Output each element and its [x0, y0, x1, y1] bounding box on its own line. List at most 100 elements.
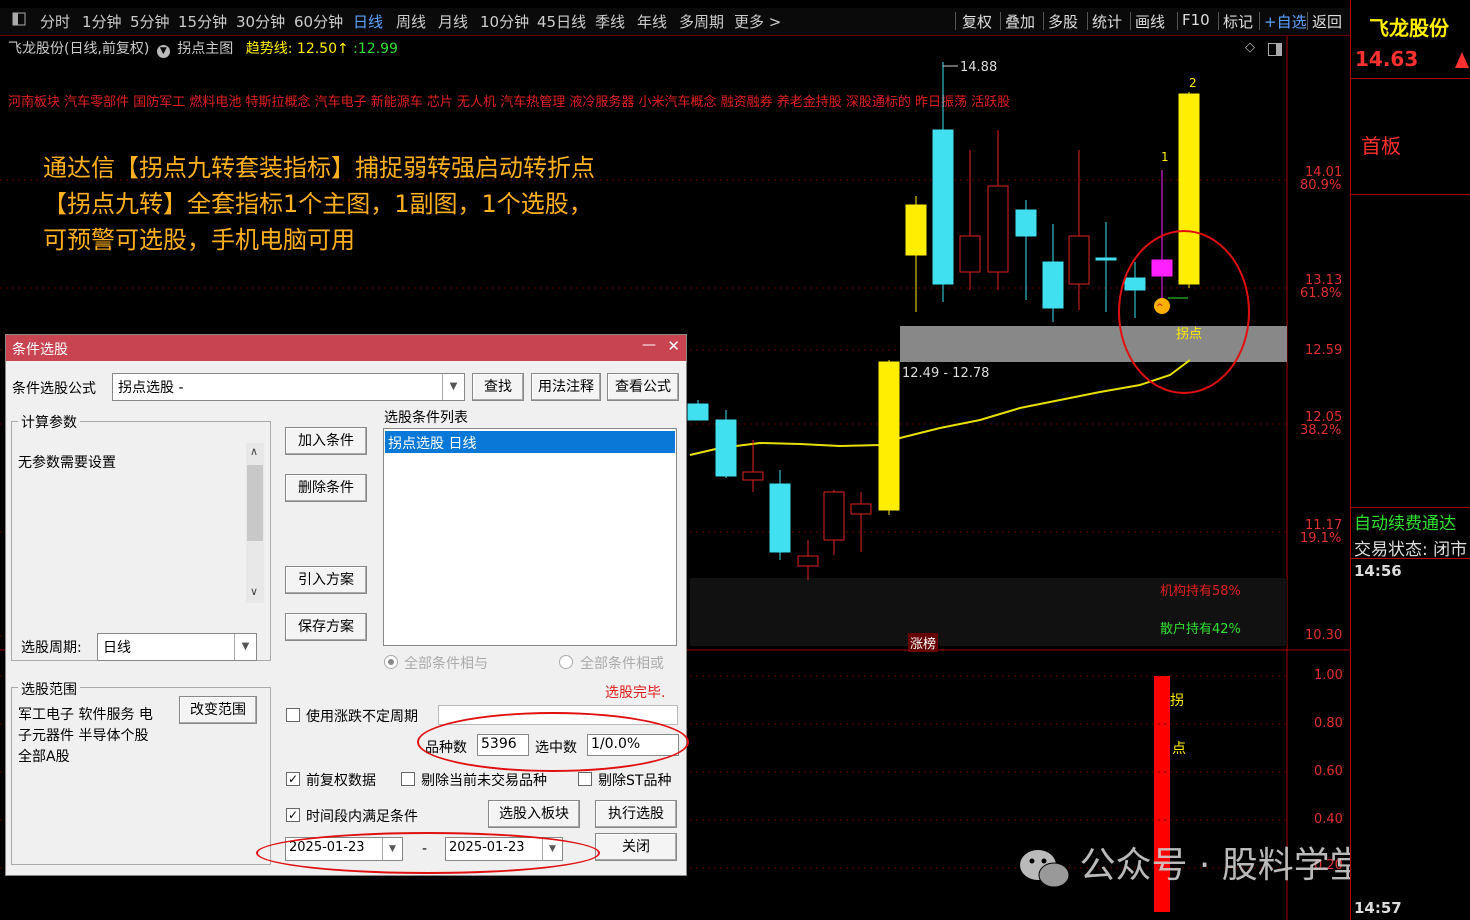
candle-body — [987, 185, 1009, 273]
candle-body — [1015, 209, 1037, 237]
candle-body — [959, 235, 981, 273]
done-text: 选股完毕. — [605, 685, 666, 701]
close-button[interactable]: 关闭 — [595, 833, 677, 861]
sub-axis-label: 0.80 — [1314, 716, 1343, 731]
radio-and[interactable] — [384, 655, 398, 669]
import-plan-button[interactable]: 引入方案 — [285, 566, 367, 594]
fib-axis-label: 80.9% — [1300, 178, 1342, 193]
period-checkbox[interactable]: ✓ — [286, 808, 300, 822]
trade-status: 交易状态: 闭市 — [1354, 540, 1468, 560]
usage-button[interactable]: 用法注释 — [531, 373, 601, 401]
sub-axis-label: 0.60 — [1314, 764, 1343, 779]
signal-mark-1: 1 — [1161, 150, 1169, 164]
period-select[interactable]: 日线 ▼ — [97, 633, 257, 661]
st-label: 剔除ST品种 — [598, 773, 672, 789]
notrade-checkbox[interactable] — [401, 772, 415, 786]
range-line-3: 全部A股 — [18, 749, 70, 765]
candle-body — [742, 471, 764, 481]
notrade-label: 剔除当前未交易品种 — [421, 773, 547, 789]
list-title: 选股条件列表 — [384, 410, 468, 426]
view-formula-button[interactable]: 查看公式 — [607, 373, 679, 401]
period-label: 选股周期: — [21, 640, 82, 656]
params-scrollbar[interactable]: ∧ ∨ — [246, 443, 264, 603]
limit-up-label: 涨榜 — [908, 633, 939, 652]
fib-axis-label: 19.1% — [1300, 531, 1342, 546]
range-line-2: 子元器件 半导体个股 — [18, 728, 149, 744]
range-group-label: 选股范围 — [18, 679, 80, 699]
candle-body — [1095, 257, 1117, 261]
range-line-1: 军工电子 软件服务 电 — [18, 707, 153, 723]
watermark: 公众号 · 股料学堂 — [1018, 836, 1366, 888]
formula-label: 条件选股公式 — [12, 381, 96, 397]
candle-body — [823, 491, 845, 541]
highlight-ellipse-dates — [256, 832, 600, 874]
highlight-ellipse-counts — [417, 712, 689, 772]
fib-axis-label: 61.8% — [1300, 286, 1342, 301]
chevron-down-icon[interactable]: ▼ — [234, 634, 256, 660]
st-checkbox[interactable] — [578, 772, 592, 786]
save-plan-button[interactable]: 保存方案 — [285, 613, 367, 641]
candle-body — [797, 555, 819, 567]
radio-and-label: 全部条件相与 — [404, 656, 488, 672]
candle-body — [687, 403, 709, 421]
candle-body — [878, 361, 900, 511]
fq-label: 前复权数据 — [306, 773, 376, 789]
unfixed-period-checkbox[interactable] — [286, 708, 300, 722]
change-range-button[interactable]: 改变范围 — [179, 696, 257, 724]
radio-or[interactable] — [559, 655, 573, 669]
radio-or-label: 全部条件相或 — [580, 656, 664, 672]
fq-checkbox[interactable]: ✓ — [286, 772, 300, 786]
sub-axis-label: 0.40 — [1314, 812, 1343, 827]
inst-hold-label: 机构持有58% — [1160, 584, 1241, 599]
formula-value: 拐点选股 - — [118, 380, 184, 396]
candle-body — [905, 204, 927, 256]
price-axis-label: 12.59 — [1305, 343, 1343, 358]
sub-label-2: 点 — [1172, 741, 1186, 757]
params-group-label: 计算参数 — [18, 412, 80, 432]
high-label: 14.88 — [960, 60, 998, 75]
period-check-label: 时间段内满足条件 — [306, 809, 418, 825]
band-label: 12.49 - 12.78 — [902, 366, 990, 381]
params-text: 无参数需要设置 — [18, 455, 116, 471]
to-block-button[interactable]: 选股入板块 — [488, 800, 580, 828]
signal-mark-2: 2 — [1189, 76, 1197, 90]
stock-name: 飞龙股份 — [1369, 16, 1449, 40]
candle-body — [932, 129, 954, 285]
candle-body — [1042, 261, 1064, 309]
close-icon[interactable]: ✕ — [667, 337, 680, 355]
condition-list-item[interactable]: 拐点选股 日线 — [385, 431, 675, 453]
wechat-icon — [1018, 847, 1070, 888]
find-button[interactable]: 查找 — [472, 373, 524, 401]
quote-panel: 飞龙股份 14.63 首板 当封封十 买一14买二14买三14买四14买五14今… — [1350, 0, 1470, 920]
delete-condition-button[interactable]: 删除条件 — [285, 474, 367, 502]
fib-axis-label: 38.2% — [1300, 423, 1342, 438]
minimize-icon[interactable]: — — [642, 337, 656, 353]
stock-price: 14.63 — [1355, 47, 1419, 71]
candle-body — [1068, 235, 1090, 285]
dialog-title: 条件选股 — [12, 342, 68, 358]
screen: 分时 1分钟 5分钟 15分钟 30分钟 60分钟 日线 周线 月线 10分钟 45日线 季线 年线 多周… — [0, 0, 1470, 920]
highlight-ellipse-turnpoint — [1118, 230, 1250, 394]
unfixed-period-label: 使用涨跌不定周期 — [306, 709, 418, 725]
retail-hold-label: 散户持有42% — [1160, 622, 1241, 637]
price-up-icon — [1455, 52, 1469, 68]
sub-axis-label: 1.00 — [1314, 668, 1343, 683]
candle-body — [769, 483, 791, 553]
auto-renew-text: 自动续费通达 — [1354, 514, 1456, 534]
candle-body — [850, 503, 872, 515]
candle-body — [715, 419, 737, 477]
watermark-text: 公众号 · 股料学堂 — [1079, 845, 1366, 886]
condition-list[interactable]: 拐点选股 日线 — [383, 428, 677, 646]
formula-select[interactable]: 拐点选股 - ▼ — [112, 373, 465, 401]
condition-stock-picker-dialog: 条件选股 — ✕ 条件选股公式 拐点选股 - ▼ 查找 用法注释 查看公式 计算… — [5, 334, 689, 876]
sub-label-1: 拐 — [1170, 693, 1184, 709]
time-end: 14:57 — [1354, 899, 1402, 917]
price-axis-label: 10.30 — [1305, 628, 1343, 643]
period-value: 日线 — [103, 640, 131, 656]
time-start: 14:56 — [1354, 562, 1402, 580]
execute-button[interactable]: 执行选股 — [595, 800, 677, 828]
chevron-down-icon[interactable]: ▼ — [442, 374, 464, 400]
add-condition-button[interactable]: 加入条件 — [285, 427, 367, 455]
dialog-title-bar[interactable]: 条件选股 — ✕ — [6, 335, 686, 361]
board-label: 首板 — [1361, 134, 1401, 158]
